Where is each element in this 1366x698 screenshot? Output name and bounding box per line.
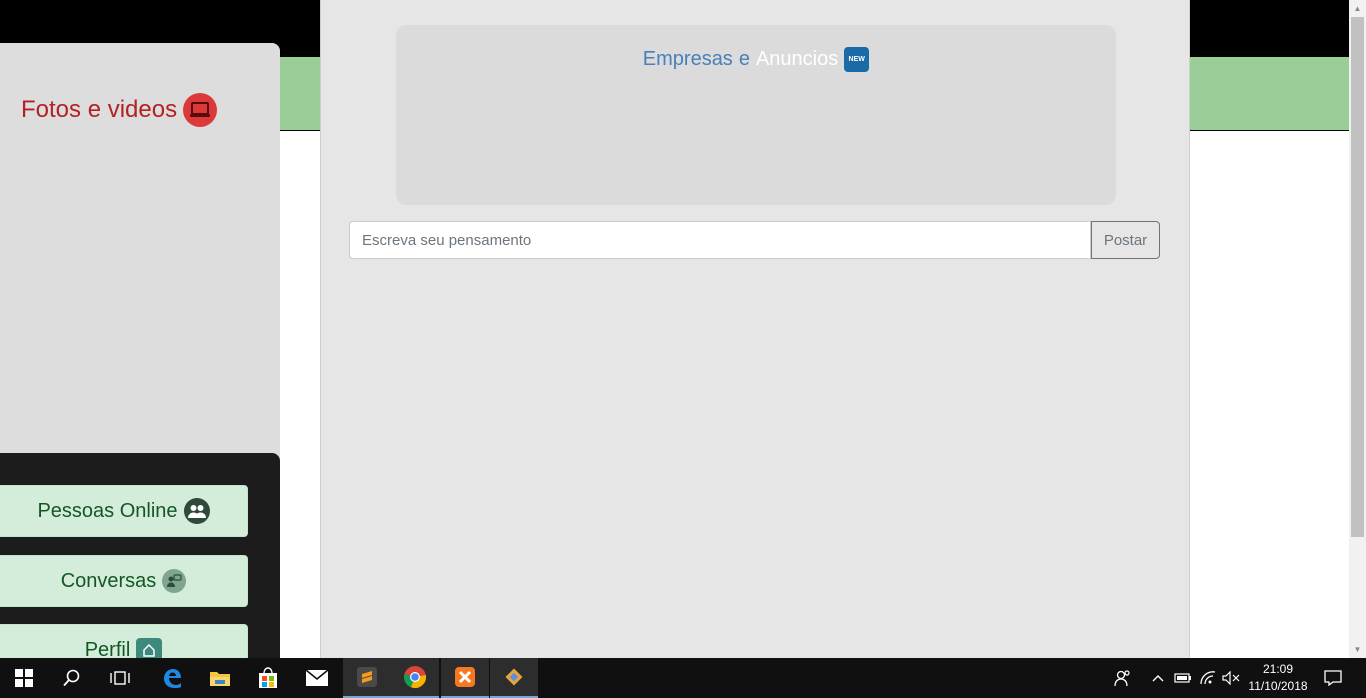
search-icon[interactable] — [48, 658, 96, 698]
ads-title-ads: Anuncios — [755, 48, 839, 70]
ads-title-companies: Empresas — [642, 48, 733, 70]
people-online-label: Pessoas Online — [37, 499, 178, 522]
git-icon[interactable] — [490, 658, 538, 698]
windows-taskbar: 21:09 11/10/2018 — [0, 658, 1366, 698]
volume-muted-icon[interactable] — [1220, 658, 1242, 698]
sidebar-menu-panel: Pessoas Online Conversas Perfil — [0, 453, 280, 658]
scroll-up-arrow-icon[interactable]: ▲ — [1349, 0, 1366, 17]
profile-label: Perfil — [84, 638, 131, 659]
photos-videos-label: Fotos e videos — [21, 96, 178, 123]
photos-videos-panel: Fotos e videos — [0, 43, 280, 463]
people-icon[interactable] — [1110, 658, 1136, 698]
new-badge-icon: NEW — [844, 47, 870, 72]
conversations-label: Conversas — [60, 569, 157, 592]
vertical-scrollbar[interactable]: ▲ ▼ — [1349, 0, 1366, 658]
users-icon — [183, 498, 210, 524]
task-view-icon[interactable] — [96, 658, 144, 698]
profile-button[interactable]: Perfil — [0, 624, 248, 658]
file-explorer-icon[interactable] — [196, 658, 244, 698]
system-clock[interactable]: 21:09 11/10/2018 — [1243, 661, 1313, 695]
notification-icon[interactable] — [1320, 658, 1346, 698]
windows-start-icon[interactable] — [0, 658, 48, 698]
ads-title: Empresas e Anuncios NEW — [396, 47, 1116, 72]
photos-videos-title[interactable]: Fotos e videos — [21, 93, 218, 127]
chevron-up-icon[interactable] — [1148, 658, 1168, 698]
scroll-down-arrow-icon[interactable]: ▼ — [1349, 641, 1366, 658]
main-feed-panel: Empresas e Anuncios NEW Postar — [320, 0, 1190, 658]
edge-icon[interactable] — [148, 658, 196, 698]
sublime-text-icon[interactable] — [343, 658, 391, 698]
wifi-icon[interactable] — [1196, 658, 1220, 698]
home-icon — [136, 638, 163, 658]
companies-ads-box: Empresas e Anuncios NEW — [396, 25, 1116, 205]
store-icon[interactable] — [244, 658, 292, 698]
conversations-button[interactable]: Conversas — [0, 555, 248, 607]
chat-icon — [162, 569, 187, 593]
people-online-button[interactable]: Pessoas Online — [0, 485, 248, 537]
laptop-icon — [183, 93, 218, 127]
battery-icon[interactable] — [1172, 658, 1194, 698]
ads-title-and: e — [738, 48, 750, 70]
chrome-icon[interactable] — [391, 658, 439, 698]
post-button[interactable]: Postar — [1091, 221, 1160, 259]
mail-icon[interactable] — [293, 658, 341, 698]
clock-time: 21:09 — [1262, 662, 1294, 676]
thought-input[interactable] — [349, 221, 1091, 259]
scroll-thumb[interactable] — [1351, 17, 1364, 537]
clock-date: 11/10/2018 — [1248, 679, 1308, 693]
xampp-icon[interactable] — [441, 658, 489, 698]
